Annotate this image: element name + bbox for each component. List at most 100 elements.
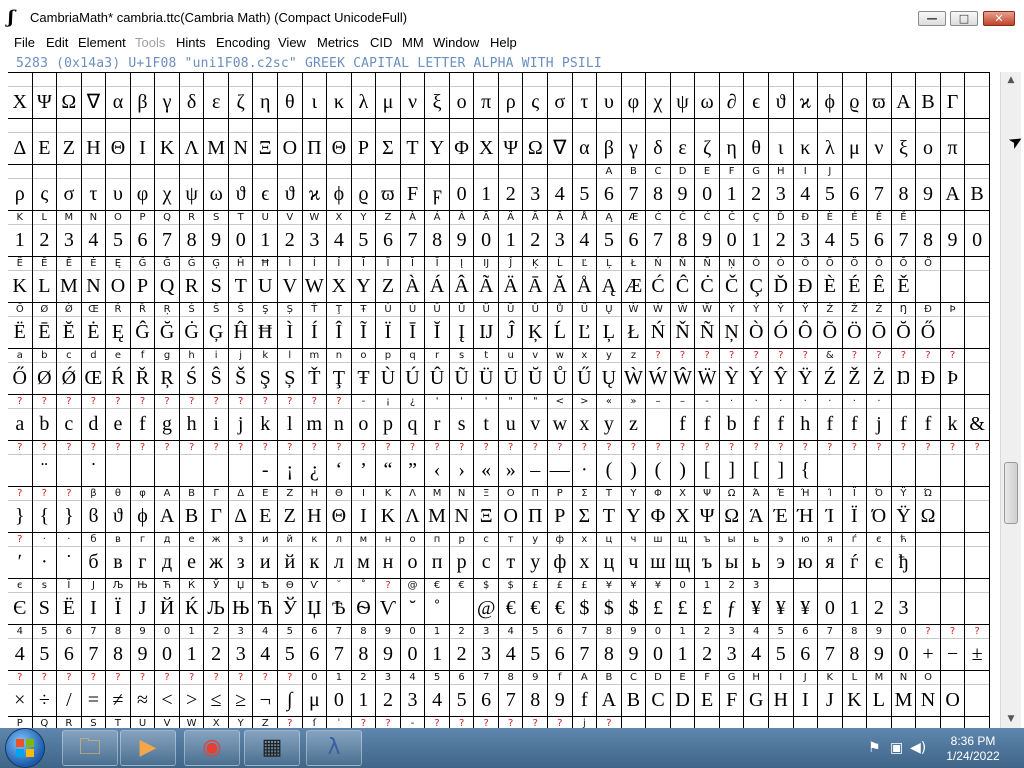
glyph-cell[interactable]: · f bbox=[818, 395, 843, 440]
glyph-cell[interactable]: 3 bbox=[523, 165, 549, 210]
glyph-cell[interactable]: ŒĖ bbox=[81, 303, 107, 348]
glyph-cell[interactable]: ϝ bbox=[425, 165, 450, 210]
glyph-cell[interactable]: Ã0 bbox=[474, 211, 499, 256]
glyph-cell[interactable]: ? — bbox=[548, 441, 573, 486]
glyph-cell[interactable]: 11 bbox=[425, 625, 450, 670]
glyph-cell[interactable]: ε bbox=[670, 119, 696, 164]
glyph-cell[interactable]: ? ÷ bbox=[32, 671, 58, 716]
glyph-cell[interactable]: ? bbox=[916, 441, 941, 486]
glyph-cell[interactable]: ĒL bbox=[32, 257, 58, 302]
glyph-cell[interactable]: ¥ $ bbox=[621, 579, 647, 624]
menu-file[interactable]: File bbox=[14, 35, 35, 50]
menu-element[interactable]: Element bbox=[78, 35, 126, 50]
glyph-cell[interactable] bbox=[940, 579, 966, 624]
glyph-cell[interactable]: ? - bbox=[253, 441, 279, 486]
close-button[interactable]: ✕ bbox=[983, 11, 1015, 26]
glyph-cell[interactable]: 2 bbox=[867, 579, 892, 624]
start-button[interactable] bbox=[6, 729, 44, 767]
glyph-cell[interactable]: ŪĴ bbox=[498, 303, 524, 348]
glyph-cell[interactable]: ? d bbox=[81, 395, 107, 440]
glyph-cell[interactable]: α bbox=[106, 73, 131, 118]
glyph-cell[interactable]: λ bbox=[351, 73, 377, 118]
glyph-cell[interactable]: » z bbox=[621, 395, 647, 440]
glyph-cell[interactable]: Ê6 bbox=[867, 211, 892, 256]
glyph-cell[interactable]: £ € bbox=[523, 579, 549, 624]
glyph-cell[interactable]: 76 bbox=[474, 671, 499, 716]
glyph-cell[interactable]: ÜĲ bbox=[474, 303, 499, 348]
glyph-cell[interactable]: ĘO bbox=[106, 257, 131, 302]
glyph-cell[interactable]: ο bbox=[916, 119, 941, 164]
glyph-cell[interactable]: mŤ bbox=[302, 349, 328, 394]
glyph-cell[interactable]: ËK bbox=[8, 257, 33, 302]
glyph-cell[interactable]: ээ bbox=[768, 533, 794, 578]
glyph-cell[interactable]: ΠΠ bbox=[523, 487, 549, 532]
glyph-cell[interactable]: ? g bbox=[155, 395, 180, 440]
glyph-cell[interactable]: ÎX bbox=[327, 257, 352, 302]
glyph-cell[interactable]: J5 bbox=[818, 165, 843, 210]
glyph-cell[interactable]: € bbox=[449, 579, 475, 624]
glyph-cell[interactable]: yŲ bbox=[597, 349, 622, 394]
glyph-cell[interactable]: η bbox=[719, 119, 745, 164]
glyph-cell[interactable]: ΞΞ bbox=[474, 487, 499, 532]
glyph-cell[interactable]: ŐË bbox=[8, 303, 33, 348]
glyph-cell[interactable]: ? Ẃ bbox=[646, 349, 671, 394]
glyph-cell[interactable]: 44 bbox=[498, 625, 524, 670]
glyph-cell[interactable]: Af bbox=[572, 671, 598, 716]
glyph-cell[interactable]: ŖĞ bbox=[155, 303, 180, 348]
glyph-cell[interactable]: ? · bbox=[572, 441, 598, 486]
glyph-cell[interactable]: ? = bbox=[81, 671, 107, 716]
glyph-cell[interactable]: Λ bbox=[179, 119, 205, 164]
glyph-cell[interactable]: > x bbox=[572, 395, 598, 440]
glyph-cell[interactable]: Φ bbox=[449, 119, 475, 164]
glyph-cell[interactable]: ? bbox=[130, 441, 156, 486]
glyph-cell[interactable]: ΖΖ bbox=[278, 487, 303, 532]
glyph-cell[interactable]: ŔĘ bbox=[106, 303, 131, 348]
glyph-cell[interactable] bbox=[965, 579, 990, 624]
glyph-cell[interactable]: Χ bbox=[474, 119, 499, 164]
glyph-cell[interactable]: ΦΦ bbox=[646, 487, 671, 532]
glyph-cell[interactable]: Ψ bbox=[498, 119, 524, 164]
glyph-cell[interactable]: цц bbox=[597, 533, 622, 578]
maximize-button[interactable]: □ bbox=[950, 11, 978, 26]
glyph-cell[interactable]: ĪÀ bbox=[400, 257, 426, 302]
glyph-cell[interactable]: zẀ bbox=[621, 349, 647, 394]
glyph-cell[interactable]: 55 bbox=[278, 625, 303, 670]
glyph-cell[interactable]: 4 bbox=[548, 165, 573, 210]
glyph-cell[interactable]: aŐ bbox=[8, 349, 33, 394]
menu-mm[interactable]: MM bbox=[402, 35, 424, 50]
glyph-cell[interactable]: єЄ bbox=[8, 579, 33, 624]
glyph-cell[interactable] bbox=[940, 487, 966, 532]
glyph-cell[interactable]: ϕ bbox=[818, 73, 843, 118]
glyph-cell[interactable]: 77 bbox=[572, 625, 598, 670]
glyph-cell[interactable]: ο bbox=[449, 73, 475, 118]
glyph-cell[interactable]: ŎĚ bbox=[891, 257, 917, 302]
glyph-cell[interactable]: ? bbox=[155, 441, 180, 486]
glyph-cell[interactable]: DC bbox=[646, 671, 671, 716]
glyph-cell[interactable]: ÙÏ bbox=[376, 303, 401, 348]
glyph-cell[interactable]: F bbox=[400, 165, 426, 210]
glyph-cell[interactable]: ΡΡ bbox=[548, 487, 573, 532]
glyph-cell[interactable]: 43 bbox=[400, 671, 426, 716]
glyph-cell[interactable]: ε bbox=[204, 73, 229, 118]
glyph-cell[interactable]: 65 bbox=[449, 671, 475, 716]
glyph-cell[interactable]: – f bbox=[670, 395, 696, 440]
glyph-cell[interactable]: ? ¡ bbox=[278, 441, 303, 486]
glyph-cell[interactable]: ? ≤ bbox=[204, 671, 229, 716]
glyph-cell[interactable]: 99 bbox=[376, 625, 401, 670]
glyph-cell[interactable]: ? ¨ bbox=[32, 441, 58, 486]
glyph-cell[interactable]: Η bbox=[81, 119, 107, 164]
glyph-cell[interactable]: π bbox=[940, 119, 966, 164]
glyph-cell[interactable]: bØ bbox=[32, 349, 58, 394]
glyph-cell[interactable]: ΉΉ bbox=[793, 487, 819, 532]
glyph-cell[interactable]: Ρ bbox=[351, 119, 377, 164]
glyph-cell[interactable]: KJ bbox=[818, 671, 843, 716]
glyph-cell[interactable]: P6 bbox=[130, 211, 156, 256]
glyph-cell[interactable]: ŹÕ bbox=[818, 303, 843, 348]
scroll-thumb[interactable] bbox=[1004, 462, 1018, 524]
glyph-cell[interactable]: Τ bbox=[400, 119, 426, 164]
glyph-cell[interactable]: κ bbox=[793, 119, 819, 164]
glyph-cell[interactable]: ? i bbox=[204, 395, 229, 440]
glyph-cell[interactable]: O bbox=[940, 671, 966, 716]
menu-metrics[interactable]: Metrics bbox=[317, 35, 359, 50]
glyph-cell[interactable]: τ bbox=[572, 73, 598, 118]
